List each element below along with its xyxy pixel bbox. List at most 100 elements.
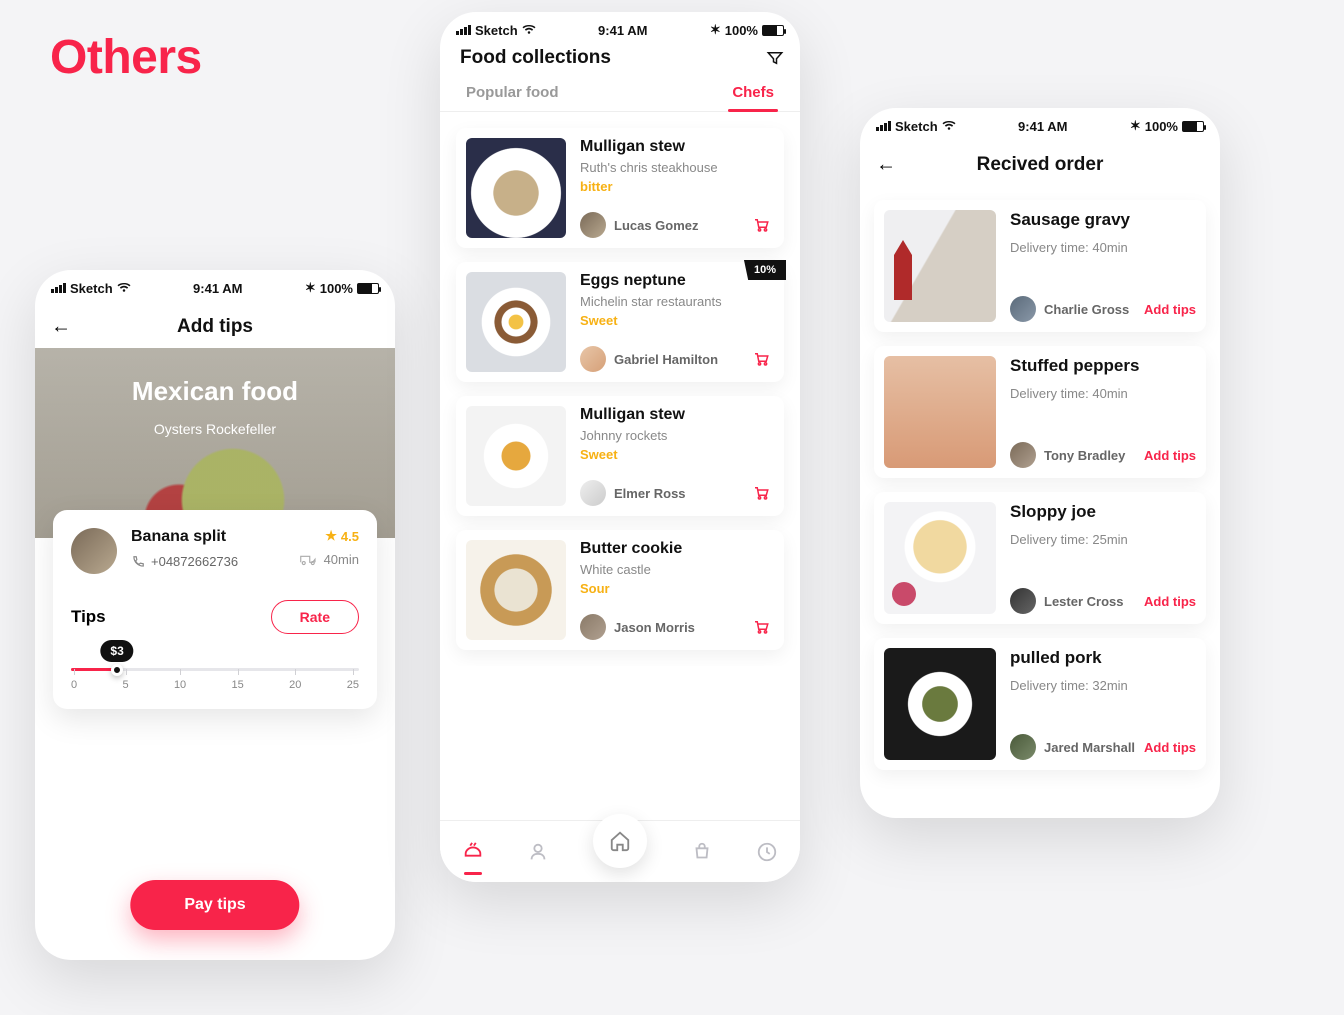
nav-header: ← Recived order [860,144,1220,186]
bottom-nav [440,820,800,882]
food-tag: Sweet [580,313,774,328]
chef-name: Gabriel Hamilton [614,352,718,367]
chef-name: Jason Morris [614,620,695,635]
order-title: pulled pork [1010,648,1196,668]
eta-value: 40min [324,552,359,567]
nav-home-button[interactable] [593,814,647,868]
battery-icon [1182,121,1204,132]
page-title: Food collections [460,47,611,69]
chef-avatar [1010,442,1036,468]
food-restaurant: Johnny rockets [580,428,774,443]
food-image [466,540,566,640]
battery-icon [762,25,784,36]
food-restaurant: White castle [580,562,774,577]
slider-ticks: 0 5 10 15 20 25 [71,679,359,691]
filter-button[interactable] [766,49,784,67]
carrier-label: Sketch [895,119,938,134]
nav-history-icon[interactable] [756,841,778,863]
rate-button[interactable]: Rate [271,600,359,634]
hero-title: Mexican food [35,376,395,407]
status-time: 9:41 AM [193,281,242,296]
order-delivery-time: Delivery time: 25min [1010,532,1196,547]
page-title: Add tips [177,316,253,338]
hero-subtitle: Oysters Rockefeller [35,421,395,437]
order-delivery-time: Delivery time: 40min [1010,386,1196,401]
food-image [466,272,566,372]
nav-header: ← Add tips [35,306,395,348]
tip-value-bubble: $3 [100,640,133,662]
wifi-icon [942,121,956,131]
tick: 20 [289,679,301,691]
cart-icon[interactable] [752,216,770,234]
food-restaurant: Michelin star restaurants [580,294,774,309]
pay-tips-button[interactable]: Pay tips [130,880,299,930]
order-title: Stuffed peppers [1010,356,1196,376]
back-button[interactable]: ← [51,316,71,339]
discount-badge: 10% [744,260,786,280]
add-tips-button[interactable]: Add tips [1144,448,1196,463]
nav-food-icon[interactable] [462,841,484,863]
battery-icon [357,283,379,294]
food-image [466,138,566,238]
order-image [884,210,996,322]
chef-avatar [580,480,606,506]
signal-icon [876,121,891,131]
add-tips-button[interactable]: Add tips [1144,594,1196,609]
food-image [466,406,566,506]
screen-add-tips: Sketch 9:41 AM ✶ 100% ← Add tips Mexican… [35,270,395,960]
chef-avatar [1010,588,1036,614]
status-bar: Sketch 9:41 AM ✶ 100% [860,108,1220,144]
tab-popular[interactable]: Popular food [462,74,563,111]
food-card[interactable]: Butter cookie White castle Sour Jason Mo… [456,530,784,650]
phone-icon [131,555,145,569]
battery-percent: 100% [1145,119,1178,134]
bluetooth-icon: ✶ [710,22,721,38]
tab-chefs[interactable]: Chefs [728,74,778,111]
rating-value: 4.5 [341,529,359,544]
status-bar: Sketch 9:41 AM ✶ 100% [440,12,800,48]
order-card[interactable]: pulled pork Delivery time: 32min Jared M… [874,638,1206,770]
food-card[interactable]: 10% Eggs neptune Michelin star restauran… [456,262,784,382]
food-card[interactable]: Mulligan stew Johnny rockets Sweet Elmer… [456,396,784,516]
order-card[interactable]: Sloppy joe Delivery time: 25min Lester C… [874,492,1206,624]
cart-icon[interactable] [752,484,770,502]
nav-profile-icon[interactable] [527,841,549,863]
order-card[interactable]: Sausage gravy Delivery time: 40min Charl… [874,200,1206,332]
add-tips-button[interactable]: Add tips [1144,740,1196,755]
wifi-icon [117,283,131,293]
cart-icon[interactable] [752,618,770,636]
order-delivery-time: Delivery time: 40min [1010,240,1196,255]
tick: 5 [122,679,128,691]
bluetooth-icon: ✶ [305,280,316,296]
food-title: Eggs neptune [580,272,774,290]
driver-avatar [71,528,117,574]
carrier-label: Sketch [475,23,518,38]
food-restaurant: Ruth's chris steakhouse [580,160,774,175]
section-title: Others [50,30,202,85]
chef-name: Elmer Ross [614,486,686,501]
food-title: Mulligan stew [580,138,774,156]
nav-cart-icon[interactable] [691,841,713,863]
tick: 15 [232,679,244,691]
food-tag: Sour [580,581,774,596]
nav-header: Food collections [440,48,800,68]
truck-icon [300,554,318,566]
signal-icon [51,283,66,293]
food-tag: Sweet [580,447,774,462]
tip-slider[interactable]: $3 0 5 10 15 20 25 [71,668,359,691]
orders-list: Sausage gravy Delivery time: 40min Charl… [860,186,1220,784]
battery-percent: 100% [725,23,758,38]
chef-avatar [580,614,606,640]
back-button[interactable]: ← [876,154,896,177]
food-card[interactable]: Mulligan stew Ruth's chris steakhouse bi… [456,128,784,248]
status-time: 9:41 AM [1018,119,1067,134]
add-tips-button[interactable]: Add tips [1144,302,1196,317]
order-title: Sausage gravy [1010,210,1196,230]
driver-card: Banana split +04872662736 ★ 4.5 40min Ti… [53,510,377,709]
order-image [884,356,996,468]
driver-phone-number[interactable]: +04872662736 [151,554,238,569]
cart-icon[interactable] [752,350,770,368]
order-card[interactable]: Stuffed peppers Delivery time: 40min Ton… [874,346,1206,478]
signal-icon [456,25,471,35]
order-image [884,648,996,760]
